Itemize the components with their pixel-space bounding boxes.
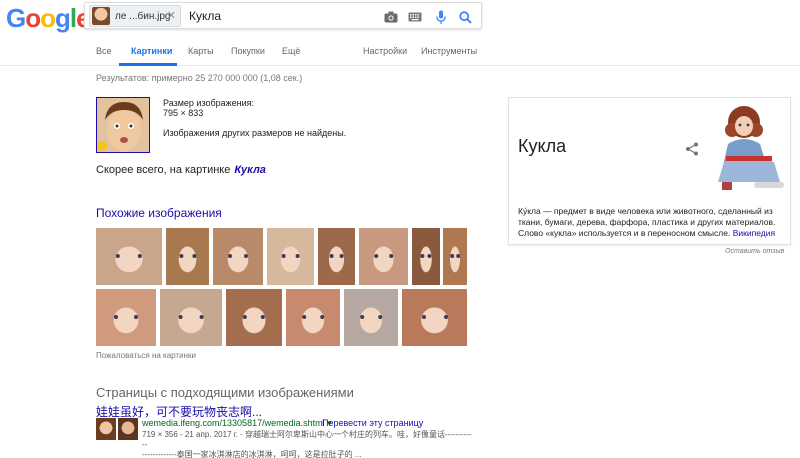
tab-images[interactable]: Картинки	[131, 46, 172, 56]
no-other-sizes: Изображения других размеров не найдены.	[163, 128, 347, 138]
thumb-face	[420, 254, 432, 259]
results-count: Результатов: примерно 25 270 000 000 (1,…	[96, 73, 303, 83]
tab-maps[interactable]: Карты	[188, 46, 214, 56]
similar-image[interactable]	[267, 228, 314, 285]
tab-settings[interactable]: Настройки	[363, 46, 407, 56]
close-icon[interactable]: ✕	[167, 9, 176, 22]
thumb-face	[373, 254, 394, 259]
logo-letter: o	[25, 3, 41, 33]
similar-image[interactable]	[226, 289, 282, 346]
active-tab-indicator	[119, 63, 177, 66]
similar-image[interactable]	[286, 289, 340, 346]
snippet-line: -------------泰国一家冰淇淋店的冰淇淋，呵呵，这是拉肚子的 ...	[142, 450, 362, 458]
report-images-link[interactable]: Пожаловаться на картинки	[96, 351, 196, 360]
thumb-face	[421, 315, 448, 320]
similar-image[interactable]	[443, 228, 467, 285]
tab-shopping[interactable]: Покупки	[231, 46, 265, 56]
wikipedia-link[interactable]: Википедия	[733, 228, 775, 238]
best-guess-prefix: Скорее всего, на картинке	[96, 164, 231, 176]
image-size-label: Размер изображения:	[163, 98, 255, 108]
feedback-link[interactable]: Оставить отзыв	[725, 248, 784, 255]
best-guess: Скорее всего, на картинке Кукла	[96, 164, 266, 176]
similar-image[interactable]	[96, 228, 162, 285]
search-icon[interactable]	[457, 9, 473, 25]
similar-images-title[interactable]: Похожие изображения	[96, 206, 222, 220]
thumb-face	[114, 315, 138, 320]
result-url: wemedia.ifeng.com/13305817/wemedia.shtml…	[142, 418, 332, 429]
similar-image[interactable]	[402, 289, 467, 346]
thumb-face	[178, 315, 204, 320]
thumb-face	[178, 254, 197, 259]
thumb-face	[115, 254, 143, 259]
logo-letter: G	[6, 3, 26, 33]
search-image-chip[interactable]: ле ...бин.jpg ✕	[89, 5, 181, 27]
knowledge-panel-description: Ку́кла — предмет в виде человека или жив…	[518, 206, 784, 239]
google-logo[interactable]: Google	[6, 3, 91, 34]
logo-letter: g	[55, 3, 71, 33]
similar-image[interactable]	[96, 289, 156, 346]
thumb-face	[228, 254, 248, 259]
microphone-icon[interactable]	[433, 9, 449, 25]
result-thumbnail[interactable]	[118, 418, 138, 440]
similar-image[interactable]	[166, 228, 209, 285]
result-url-text: wemedia.ifeng.com/13305817/wemedia.shtml	[142, 418, 325, 428]
thumb-face	[450, 254, 460, 259]
thumb-face	[281, 254, 300, 259]
similar-image[interactable]	[359, 228, 408, 285]
similar-image[interactable]	[344, 289, 398, 346]
similar-image[interactable]	[412, 228, 440, 285]
header: Google ле ...бин.jpg ✕ Кукла	[0, 0, 800, 38]
emoji-icon	[97, 141, 107, 151]
logo-letter: o	[40, 3, 56, 33]
search-tabs: Все Картинки Карты Покупки Ещё Настройки…	[0, 38, 800, 66]
matching-pages-title: Страницы с подходящими изображениями	[96, 385, 354, 400]
result-snippet: 719 × 356 - 21 апр. 2017 г. - 穿越瑞士阿尔卑斯山中…	[142, 430, 472, 458]
doll-image[interactable]	[714, 100, 790, 196]
camera-icon[interactable]	[383, 9, 399, 25]
best-guess-link[interactable]: Кукла	[234, 164, 266, 176]
tab-all[interactable]: Все	[96, 46, 112, 56]
chip-thumbnail	[92, 7, 110, 25]
keyboard-icon[interactable]	[407, 9, 423, 25]
search-input[interactable]: Кукла	[189, 9, 221, 23]
search-box[interactable]: ле ...бин.jpg ✕ Кукла	[84, 2, 482, 29]
tab-more[interactable]: Ещё	[282, 46, 300, 56]
image-size-value: 795 × 833	[163, 108, 204, 118]
similar-image[interactable]	[318, 228, 355, 285]
thumb-face	[242, 315, 266, 320]
snippet-line: 719 × 356 - 21 апр. 2017 г. - 穿越瑞士阿尔卑斯山中…	[142, 430, 472, 449]
thumb-face	[302, 315, 324, 320]
tab-tools[interactable]: Инструменты	[421, 46, 477, 56]
translate-page-link[interactable]: Перевести эту страницу	[322, 418, 423, 428]
similar-image[interactable]	[213, 228, 263, 285]
thumb-face	[360, 315, 382, 320]
knowledge-panel: Кукла Ку́кла — предмет в виде человека и…	[508, 97, 791, 245]
share-icon[interactable]	[685, 142, 699, 156]
similar-image[interactable]	[160, 289, 222, 346]
knowledge-panel-title: Кукла	[518, 136, 567, 156]
thumb-face	[329, 254, 344, 259]
chip-filename: ле ...бин.jpg	[115, 10, 171, 22]
result-thumbnail[interactable]	[96, 418, 116, 440]
